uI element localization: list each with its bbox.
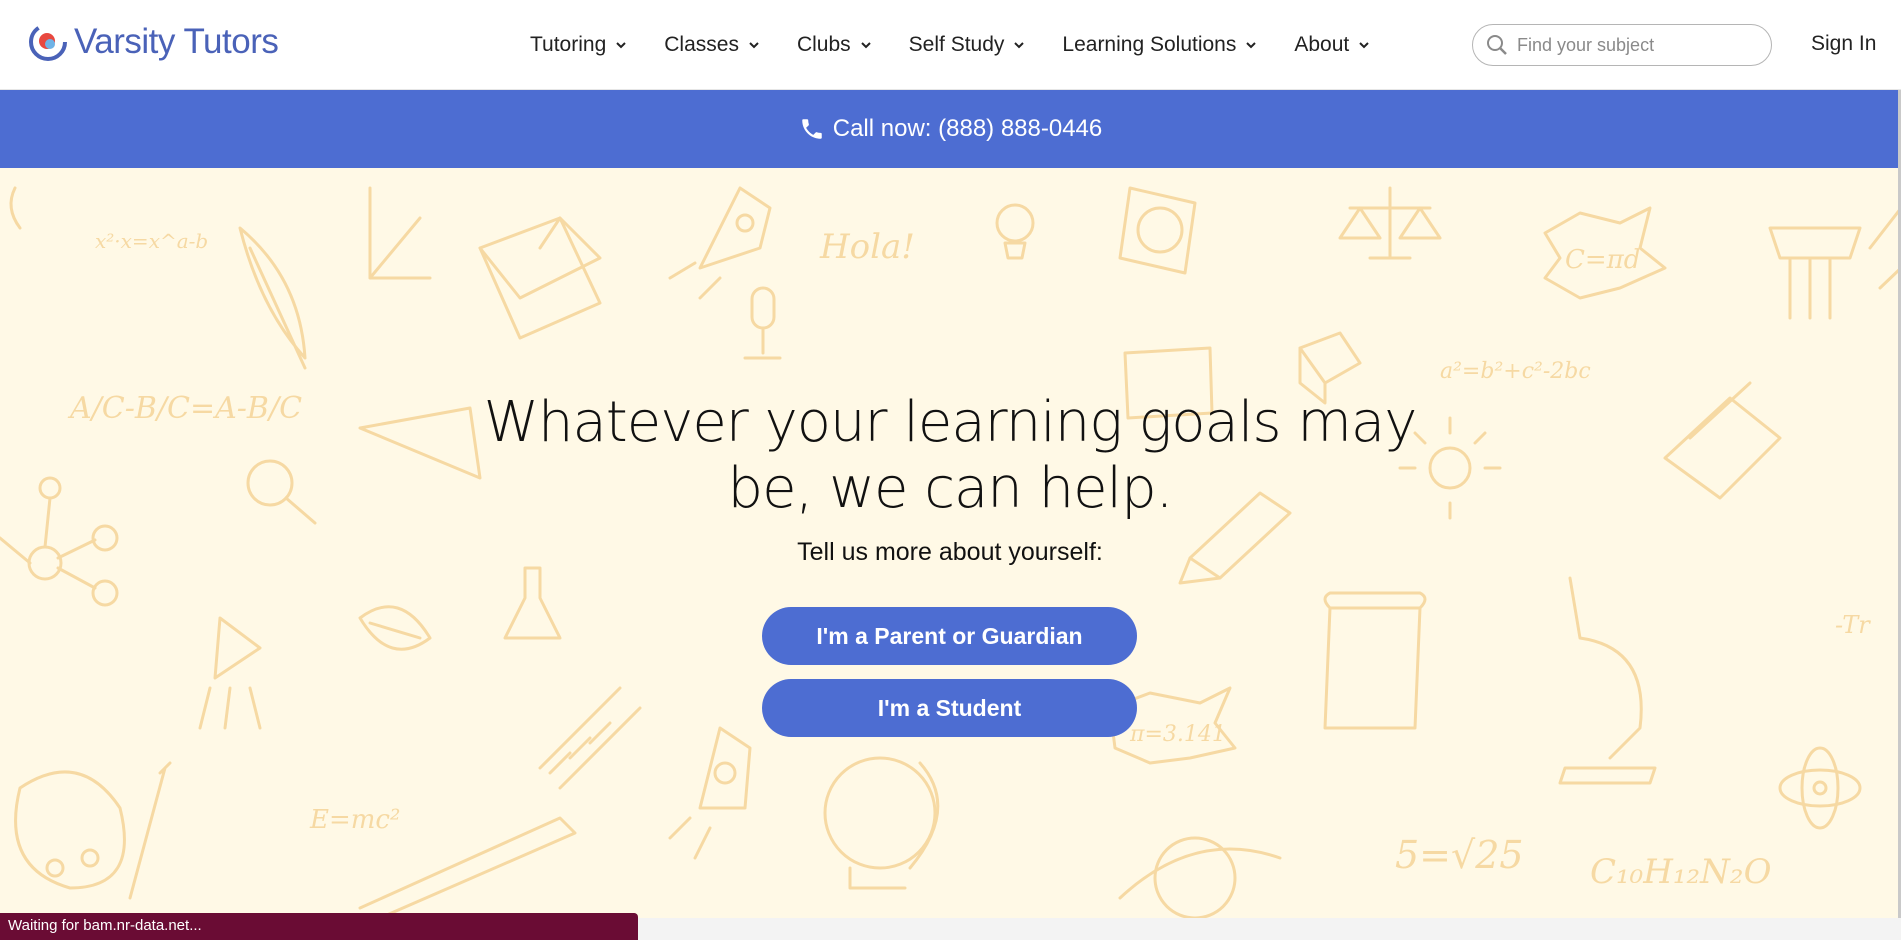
parent-guardian-button[interactable]: I'm a Parent or Guardian [762, 607, 1137, 665]
nav-clubs[interactable]: Clubs [797, 33, 873, 57]
varsity-tutors-logo[interactable]: Varsity Tutors [28, 22, 279, 62]
sign-in-link[interactable]: Sign In [1811, 32, 1876, 56]
nav-tutoring[interactable]: Tutoring [530, 33, 628, 57]
call-now-bar[interactable]: Call now: (888) 888-0446 [0, 90, 1901, 168]
logo-mark-icon [29, 23, 67, 61]
phone-icon [802, 119, 822, 139]
search-input[interactable] [1517, 34, 1747, 56]
hero-headline: Whatever your learning goals may be, we … [483, 390, 1418, 521]
nav-label: Learning Solutions [1062, 33, 1237, 56]
hero-subline: Tell us more about yourself: [797, 538, 1103, 566]
nav-label: Clubs [796, 33, 851, 56]
chevron-down-icon [616, 42, 626, 49]
main-nav: Tutoring Classes Clubs Self Study Learni… [530, 0, 1371, 90]
svg-text:x²·x=x^a-b: x²·x=x^a-b [95, 229, 208, 253]
hero-section: x²·x=x^a-b Hola! C=πd A/C-B/C=A-B/C a²=b… [0, 168, 1901, 918]
brand-name: Varsity Tutors [74, 22, 279, 61]
nav-learning-solutions[interactable]: Learning Solutions [1062, 33, 1258, 57]
chevron-down-icon [1014, 42, 1025, 49]
svg-text:5=√25: 5=√25 [1395, 833, 1524, 877]
nav-about[interactable]: About [1294, 33, 1371, 57]
graph-doodle [368, 186, 432, 280]
svg-text:Hola!: Hola! [819, 227, 915, 267]
svg-text:a²=b²+c²-2bc: a²=b²+c²-2bc [1440, 359, 1591, 384]
nav-label: Classes [664, 33, 739, 56]
svg-text:C=πd: C=πd [1565, 245, 1640, 275]
svg-text:-Tr: -Tr [1835, 611, 1871, 639]
search-box [1472, 24, 1772, 66]
svg-text:π=3.141: π=3.141 [1129, 722, 1226, 747]
nav-label: About [1294, 33, 1350, 56]
search-icon [1487, 35, 1507, 55]
call-now-text: Call now: (888) 888-0446 [832, 115, 1103, 142]
chevron-down-icon [749, 42, 759, 49]
chevron-down-icon [1359, 42, 1369, 49]
svg-text:E=mc²: E=mc² [309, 805, 400, 835]
svg-text:C₁₀H₁₂N₂O: C₁₀H₁₂N₂O [1590, 852, 1772, 892]
chevron-down-icon [860, 42, 871, 49]
browser-status-bar: Waiting for bam.nr-data.net... [0, 913, 638, 940]
nav-label: Tutoring [530, 33, 607, 56]
chevron-down-icon [1246, 42, 1257, 49]
student-button[interactable]: I'm a Student [762, 679, 1137, 737]
nav-self-study[interactable]: Self Study [909, 33, 1027, 57]
nav-label: Self Study [908, 33, 1005, 56]
nav-classes[interactable]: Classes [664, 33, 761, 57]
site-header: Varsity Tutors Tutoring Classes Clubs Se… [0, 0, 1901, 90]
svg-text:A/C-B/C=A-B/C: A/C-B/C=A-B/C [67, 391, 302, 426]
